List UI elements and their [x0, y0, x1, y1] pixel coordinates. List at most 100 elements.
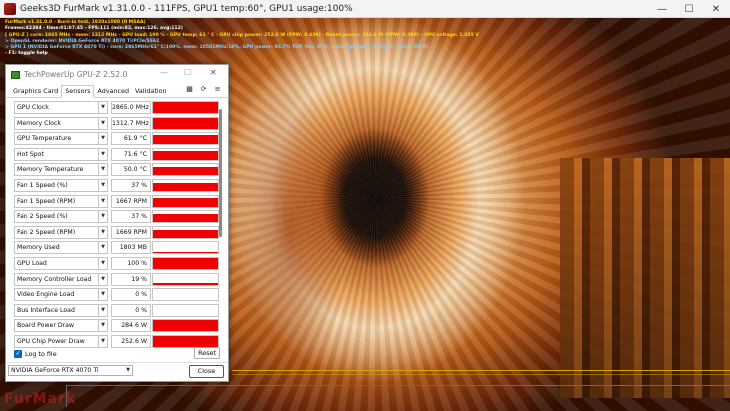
- sensor-row: Memory Used ▼ 1803 MB: [12, 241, 219, 255]
- sensor-graph: [152, 210, 219, 224]
- sensor-value: 19 %: [111, 272, 151, 286]
- sensor-dropdown-icon[interactable]: ▼: [99, 210, 108, 224]
- tab-validation[interactable]: Validation: [132, 87, 170, 97]
- sensor-row: Bus Interface Load ▼ 0 %: [12, 303, 219, 317]
- log-to-file-option[interactable]: ✓ Log to file: [14, 350, 57, 358]
- sensor-graph: [152, 194, 219, 208]
- sensor-dropdown-icon[interactable]: ▼: [99, 101, 108, 114]
- sensor-graph: [152, 303, 219, 317]
- sensor-row: GPU Temperature ▼ 61.9 °C: [12, 132, 219, 146]
- sensor-row: GPU Chip Power Draw ▼ 252.6 W: [12, 335, 219, 348]
- chevron-down-icon: ▼: [126, 367, 130, 373]
- log-to-file-label: Log to file: [25, 350, 57, 358]
- furmark-titlebar: Geeks3D FurMark v1.31.0.0 - 111FPS, GPU1…: [0, 0, 730, 18]
- sensor-dropdown-icon[interactable]: ▼: [99, 241, 108, 255]
- sensor-graph: [152, 116, 219, 130]
- sensor-value: 100 %: [111, 257, 151, 270]
- sensor-value: 71.6 °C: [111, 147, 151, 161]
- sensor-graph: [152, 132, 219, 146]
- sensor-graph: [152, 241, 219, 255]
- sensor-graph-fill: [153, 135, 218, 145]
- sensor-name: GPU Load: [14, 257, 99, 270]
- sensor-graph-fill: [153, 320, 218, 332]
- sensor-dropdown-icon[interactable]: ▼: [99, 147, 108, 161]
- sensor-row: Fan 1 Speed (%) ▼ 37 %: [12, 179, 219, 192]
- furmark-stats-overlay: FurMark v1.31.0.0 - Burn-in test, 1920x1…: [5, 20, 479, 58]
- gpuz-maximize-icon[interactable]: ☐: [184, 68, 191, 77]
- scrollbar-thumb[interactable]: [219, 109, 222, 237]
- sensor-dropdown-icon[interactable]: ▼: [99, 319, 108, 333]
- fur-tendril: [230, 78, 340, 378]
- close-icon[interactable]: ✕: [703, 0, 729, 18]
- sensor-row: Memory Temperature ▼ 50.0 °C: [12, 163, 219, 177]
- tab-advanced[interactable]: Advanced: [94, 87, 132, 97]
- sensor-value: 284.6 W: [111, 319, 151, 333]
- camera-icon[interactable]: ▩: [184, 84, 195, 95]
- sensor-value: 1667 RPM: [111, 194, 151, 208]
- sensor-graph-fill: [153, 258, 218, 269]
- sensor-value: 1803 MB: [111, 241, 151, 255]
- sensor-list: GPU Clock ▼ 2865.0 MHz Memory Clock ▼ 1312.7 …: [12, 101, 222, 348]
- menu-icon[interactable]: ≡: [212, 84, 223, 95]
- gpuz-close-icon[interactable]: ✕: [210, 68, 217, 77]
- sensor-value: 0 %: [111, 288, 151, 302]
- sensor-dropdown-icon[interactable]: ▼: [99, 225, 108, 239]
- tab-graphics-card[interactable]: Graphics Card: [10, 87, 61, 97]
- sensor-graph-fill: [153, 213, 218, 223]
- sensor-graph: [152, 179, 219, 192]
- sensor-row: Hot Spot ▼ 71.6 °C: [12, 147, 219, 161]
- sensor-value: 0 %: [111, 303, 151, 317]
- sensor-row: Fan 2 Speed (%) ▼ 37 %: [12, 210, 219, 224]
- sensor-dropdown-icon[interactable]: ▼: [99, 163, 108, 177]
- sensor-scrollbar[interactable]: [218, 101, 224, 343]
- gpuz-minimize-icon[interactable]: —: [160, 68, 168, 77]
- sensor-row: Memory Controller Load ▼ 19 %: [12, 272, 219, 286]
- sensor-name: Fan 2 Speed (RPM): [14, 225, 99, 239]
- sensor-name: Board Power Draw: [14, 319, 99, 333]
- sensor-graph-fill: [153, 166, 218, 176]
- hud-graph-line: [232, 370, 730, 371]
- gpuz-app-icon: [11, 70, 20, 79]
- sensor-dropdown-icon[interactable]: ▼: [99, 257, 108, 270]
- sensor-dropdown-icon[interactable]: ▼: [99, 335, 108, 348]
- sensor-graph: [152, 225, 219, 239]
- gpu-select-dropdown[interactable]: NVIDIA GeForce RTX 4070 Ti ▼: [8, 365, 133, 376]
- tab-sensors[interactable]: Sensors: [61, 85, 95, 98]
- sensor-dropdown-icon[interactable]: ▼: [99, 179, 108, 192]
- sensor-name: Fan 1 Speed (RPM): [14, 194, 99, 208]
- sensor-graph: [152, 272, 219, 286]
- sensor-graph-fill: [153, 151, 218, 160]
- reset-button[interactable]: Reset: [194, 347, 220, 359]
- sensor-dropdown-icon[interactable]: ▼: [99, 272, 108, 286]
- sensor-graph: [152, 163, 219, 177]
- sensor-row: Video Engine Load ▼ 0 %: [12, 288, 219, 302]
- sensor-dropdown-icon[interactable]: ▼: [99, 303, 108, 317]
- sensor-graph-fill: [153, 198, 218, 207]
- hud-graph-frame: [66, 385, 730, 407]
- minimize-icon[interactable]: —: [649, 0, 675, 18]
- close-button[interactable]: Close: [189, 365, 224, 378]
- sensor-name: Fan 1 Speed (%): [14, 179, 99, 192]
- sensor-row: Memory Clock ▼ 1312.7 MHz: [12, 116, 219, 130]
- sensor-dropdown-icon[interactable]: ▼: [99, 116, 108, 130]
- refresh-icon[interactable]: ⟳: [198, 84, 209, 95]
- sensor-name: GPU Temperature: [14, 132, 99, 146]
- sensor-graph-fill: [153, 336, 218, 347]
- overlay-line: > GPU 1 (NVIDIA GeForce RTX 4070 Ti) - c…: [5, 45, 429, 51]
- sensor-dropdown-icon[interactable]: ▼: [99, 288, 108, 302]
- sensor-graph: [152, 101, 219, 114]
- sensor-row: Fan 1 Speed (RPM) ▼ 1667 RPM: [12, 194, 219, 208]
- sensor-value: 37 %: [111, 179, 151, 192]
- sensor-value: 252.6 W: [111, 335, 151, 348]
- sensor-dropdown-icon[interactable]: ▼: [99, 194, 108, 208]
- log-to-file-checkbox[interactable]: ✓: [14, 350, 22, 358]
- sensor-graph-fill: [153, 117, 218, 129]
- sensor-value: 37 %: [111, 210, 151, 224]
- sensor-graph-fill: [153, 229, 218, 238]
- sensor-dropdown-icon[interactable]: ▼: [99, 132, 108, 146]
- sensor-graph-fill: [153, 102, 218, 113]
- maximize-icon[interactable]: ☐: [676, 0, 702, 18]
- gpuz-window: TechPowerUp GPU-Z 2.52.0 — ☐ ✕ Graphics …: [5, 64, 229, 382]
- sensor-name: Video Engine Load: [14, 288, 99, 302]
- gpuz-window-title: TechPowerUp GPU-Z 2.52.0: [24, 70, 128, 79]
